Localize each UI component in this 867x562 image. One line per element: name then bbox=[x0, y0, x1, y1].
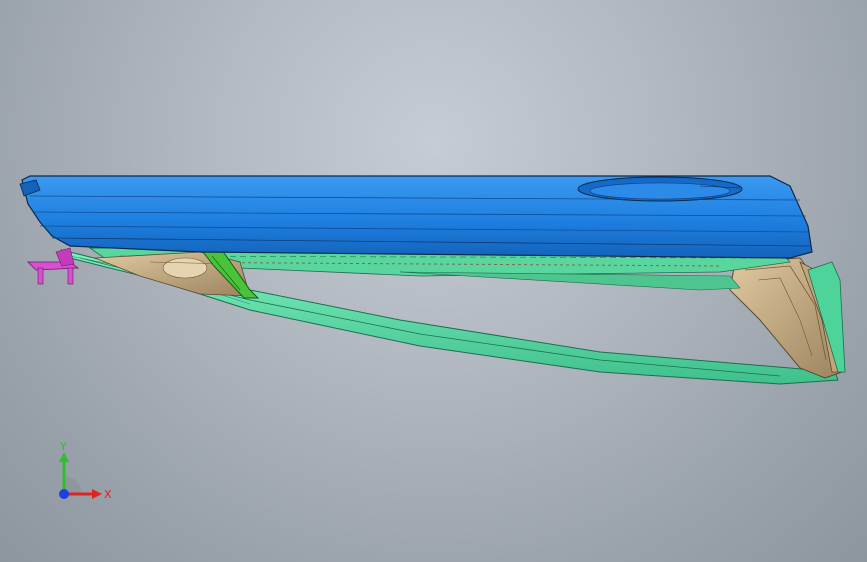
x-axis-label: X bbox=[104, 488, 112, 501]
cad-viewport[interactable]: Y X bbox=[0, 0, 867, 562]
x-axis-arrowhead bbox=[92, 489, 102, 499]
outer-door-panel[interactable] bbox=[19, 175, 813, 259]
y-axis-arrowhead bbox=[59, 452, 69, 462]
door-assembly-model[interactable] bbox=[0, 0, 867, 562]
hinge-part[interactable] bbox=[27, 247, 80, 285]
coordinate-triad: Y X bbox=[59, 440, 112, 501]
z-axis-dot bbox=[59, 489, 69, 499]
rear-sash[interactable] bbox=[729, 257, 846, 379]
y-axis-label: Y bbox=[59, 440, 67, 453]
